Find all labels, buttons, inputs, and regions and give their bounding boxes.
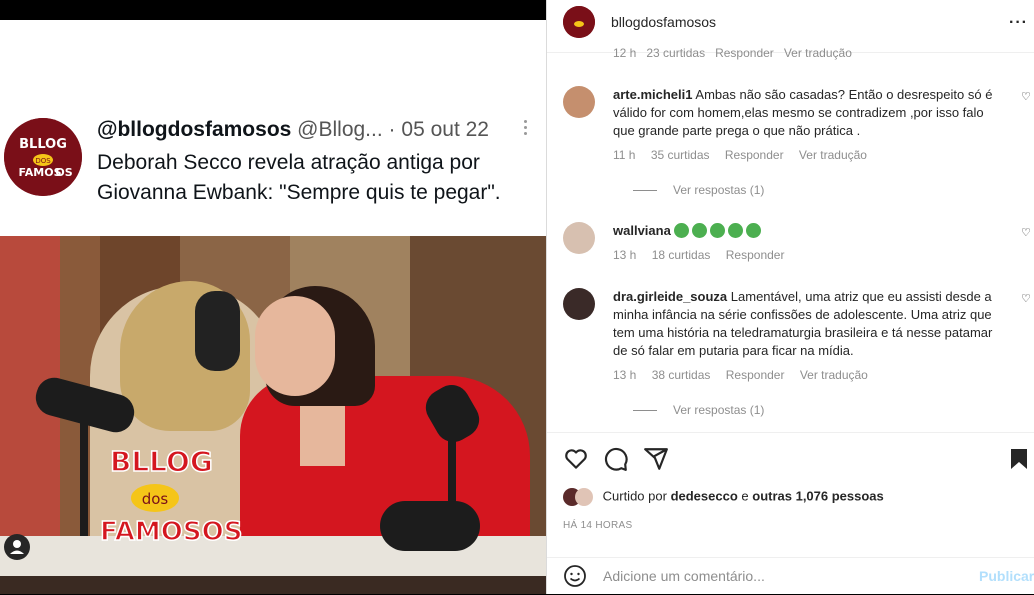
tweet-handle-alt: @Bllog... (297, 118, 383, 141)
post-header: bllogdosfamosos ··· (547, 0, 1034, 44)
tweet-header: @bllogdosfamosos @Bllog... · 05 out 22 (97, 118, 489, 142)
liked-user[interactable]: dedesecco (671, 488, 738, 503)
comments-panel: bllogdosfamosos ··· 12 h 23 curtidas Res… (546, 0, 1034, 594)
watermark-line2: dos (142, 490, 169, 508)
liked-prefix: Curtido por (602, 488, 667, 504)
comment-body: wallviana (613, 222, 1003, 240)
tweet-date: 05 out 22 (401, 118, 489, 141)
translate-button[interactable]: Ver tradução (800, 368, 868, 382)
tweet-handle: @bllogdosfamosos (97, 118, 292, 141)
more-horizontal-icon[interactable]: ··· (1009, 14, 1028, 32)
post-media-area: BLLOG DOS FAMOS OS @bllogdosfamosos @Bll… (0, 0, 546, 594)
tweet-avatar: BLLOG DOS FAMOS OS (4, 118, 82, 196)
nauseated-emoji-icon (674, 223, 690, 238)
comment-username[interactable]: arte.micheli1 (613, 87, 693, 102)
comment-avatar[interactable] (563, 222, 595, 254)
view-replies-button[interactable]: Ver respostas (1) (633, 183, 764, 197)
tweet-text: Deborah Secco revela atração antiga por … (97, 151, 501, 204)
post-time[interactable]: HÁ 14 HORAS (563, 520, 632, 531)
heart-icon[interactable] (563, 446, 589, 472)
account-avatar[interactable] (563, 6, 595, 38)
podcast-photo: BLLOG dos FAMOSOS (0, 236, 546, 576)
comment-likes[interactable]: 18 curtidas (652, 248, 711, 262)
liked-by-summary: Curtido por dedesecco e outras 1,076 pes… (563, 488, 1023, 506)
watermark-line3: FAMOSOS (100, 517, 242, 547)
comment-avatar[interactable] (563, 288, 595, 320)
tweet-screenshot: BLLOG DOS FAMOS OS @bllogdosfamosos @Bll… (0, 20, 546, 236)
comment-meta: 13 h 18 curtidas Responder (613, 248, 785, 262)
emoji-icon[interactable] (563, 564, 587, 588)
comment-username[interactable]: dra.girleide_souza (613, 289, 727, 304)
liker-avatar (575, 488, 593, 506)
add-comment-bar: Adicione um comentário... Publicar (547, 557, 1034, 595)
emoji-row (674, 223, 764, 238)
comment-body: arte.micheli1 Ambas não são casadas? Ent… (613, 86, 1003, 140)
share-icon[interactable] (643, 446, 669, 472)
reply-button[interactable]: Responder (725, 148, 784, 162)
logo-text-4: OS (55, 166, 72, 179)
account-name[interactable]: bllogdosfamosos (611, 14, 716, 30)
comment-avatar[interactable] (563, 86, 595, 118)
comment-likes[interactable]: 38 curtidas (652, 368, 711, 382)
logo-text-2: DOS (35, 157, 51, 165)
post-image[interactable]: BLLOG DOS FAMOS OS @bllogdosfamosos @Bll… (0, 20, 546, 576)
bllog-logo-icon: BLLOG DOS FAMOS OS (4, 118, 82, 196)
comment-meta: 13 h 38 curtidas Responder Ver tradução (613, 368, 868, 382)
cutoff-comment-meta: 12 h 23 curtidas Responder Ver tradução (613, 46, 852, 60)
comment-icon[interactable] (603, 446, 629, 472)
save-bookmark-icon[interactable] (1007, 446, 1031, 472)
reply-button[interactable]: Responder (726, 368, 785, 382)
translate-button[interactable]: Ver tradução (799, 148, 867, 162)
comment-body: dra.girleide_souza Lamentável, uma atriz… (613, 288, 1003, 360)
tagged-user-icon[interactable] (4, 534, 30, 560)
comment-likes[interactable]: 35 curtidas (651, 148, 710, 162)
liked-and: e (741, 488, 749, 504)
publish-button[interactable]: Publicar (979, 568, 1034, 584)
reply-button[interactable]: Responder (726, 248, 785, 262)
person-right-face (255, 296, 335, 396)
comment-meta: 11 h 35 curtidas Responder Ver tradução (613, 148, 867, 162)
comment-input[interactable]: Adicione um comentário... (603, 568, 765, 584)
watermark-line1: BLLOG (110, 445, 213, 478)
view-replies-button[interactable]: Ver respostas (1) (633, 403, 764, 417)
tweet-separator: · (388, 118, 396, 141)
like-comment-icon[interactable]: ♡ (1021, 292, 1031, 305)
like-comment-icon[interactable]: ♡ (1021, 90, 1031, 103)
nauseated-emoji-icon (692, 223, 708, 238)
headphone (195, 291, 240, 371)
nauseated-emoji-icon (710, 223, 726, 238)
nauseated-emoji-icon (746, 223, 762, 238)
liked-others[interactable]: outras 1,076 pessoas (752, 488, 884, 503)
comment-username[interactable]: wallviana (613, 223, 671, 238)
bllog-watermark-icon: BLLOG dos FAMOSOS (100, 444, 243, 548)
headphones-on-table (380, 501, 480, 551)
like-comment-icon[interactable]: ♡ (1021, 226, 1031, 239)
logo-text-1: BLLOG (19, 137, 67, 152)
tweet-more-icon (524, 120, 530, 138)
nauseated-emoji-icon (728, 223, 744, 238)
